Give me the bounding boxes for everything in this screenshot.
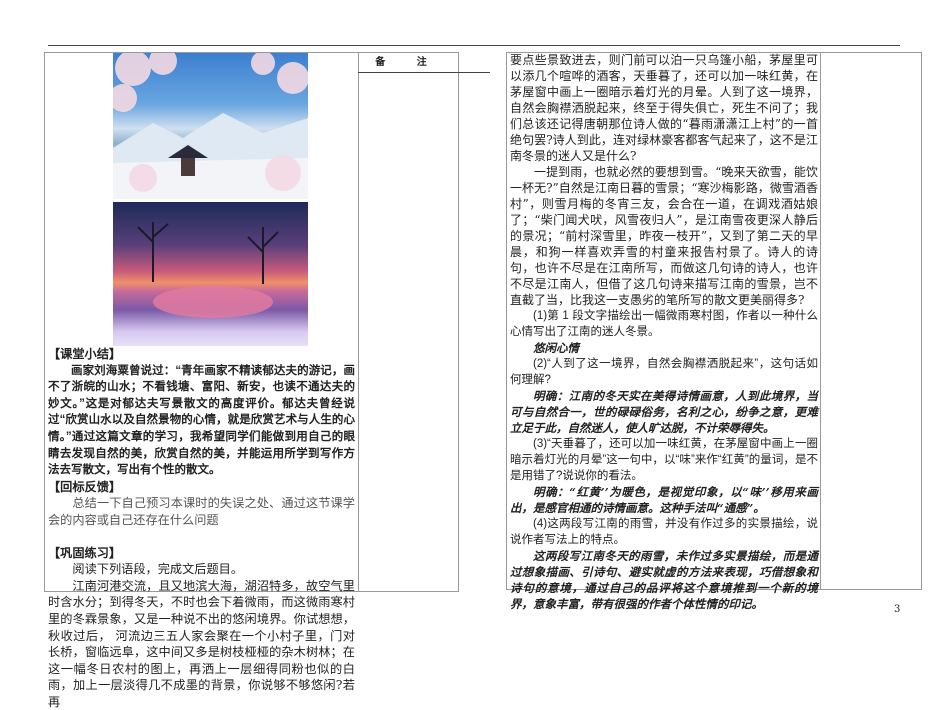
feedback-title: 【回标反馈】 bbox=[48, 479, 122, 494]
page-number: 3 bbox=[894, 604, 901, 615]
left-text-block: 【课堂小结】 画家刘海粟曾说过：“青年画家不精读郁达夫的游记，画不了浙皖的山水；… bbox=[48, 346, 355, 710]
answer-2: 明确：江南的冬天实在美得诗情画意，人到此境界，当可与自然合一，世的碌碌俗务，名利… bbox=[510, 389, 818, 435]
passage-paragraph-1: 要点些景致进去，则门前可以泊一只乌篷小船，茅屋里可以添几个喧哗的酒客，天垂暮了，… bbox=[510, 53, 818, 163]
practice-intro: 阅读下列语段，完成文后题目。 bbox=[72, 562, 244, 577]
question-4: (4)这两段写江南的雨雪，并没有作过多的实景描绘，说说作者写法上的特点。 bbox=[510, 518, 818, 546]
right-text-block: 要点些景致进去，则门前可以泊一只乌篷小船，茅屋里可以添几个喧哗的酒客，天垂暮了，… bbox=[510, 52, 818, 612]
snowy-mountain-pagoda-image bbox=[113, 53, 308, 199]
header-rule bbox=[48, 45, 900, 46]
summary-title: 【课堂小结】 bbox=[48, 347, 122, 361]
remark-column-left bbox=[358, 52, 459, 592]
answer-3: 明确：“红黄’’为暖色，是视觉印象，以“味’’移用来画出，是感官相通的诗情画意。… bbox=[510, 485, 818, 515]
remark-column-right bbox=[820, 52, 922, 590]
summary-text: 画家刘海粟曾说过：“青年画家不精读郁达夫的游记，画不了浙皖的山水；不看钱塘、富阳… bbox=[48, 364, 355, 477]
feedback-text: 总结一下自己预习本课时的失误之处、通过这节课学会的内容或自己还存在什么问题 bbox=[48, 496, 355, 527]
question-1: (1)第 1 段文字描绘出一幅微雨寒村图，作者以一种什么心情写出了江南的迷人冬景… bbox=[510, 310, 818, 338]
sunset-snow-lake-image bbox=[113, 202, 308, 346]
answer-4: 这两段写江南冬天的雨雪，未作过多实景描绘，而是通过想象描画、引诗句、避实就虚的方… bbox=[510, 549, 818, 611]
practice-title: 【巩固练习】 bbox=[48, 545, 122, 560]
question-2: (2)“人到了这一境界，自然会胸襟洒脱起来”，这句话如何理解? bbox=[510, 358, 818, 386]
remark-header-rule bbox=[358, 72, 490, 73]
question-3: (3)“天垂暮了，还可以加一味红黄，在茅屋窗中画上一圈暗示着灯光的月晕”这一句中… bbox=[510, 438, 818, 482]
remark-header: 备 注 bbox=[375, 57, 441, 68]
practice-text: 江南河港交流，且又地滨大海，湖沼特多，故空气里时含水分；到得冬天，不时也会下着微… bbox=[48, 578, 355, 709]
passage-paragraph-2: 一提到雨，也就必然的要想到雪。“晚来天欲雪，能饮一杯无?”自然是江南日暮的雪景；… bbox=[510, 165, 818, 307]
answer-1: 悠闲心情 bbox=[533, 341, 579, 355]
